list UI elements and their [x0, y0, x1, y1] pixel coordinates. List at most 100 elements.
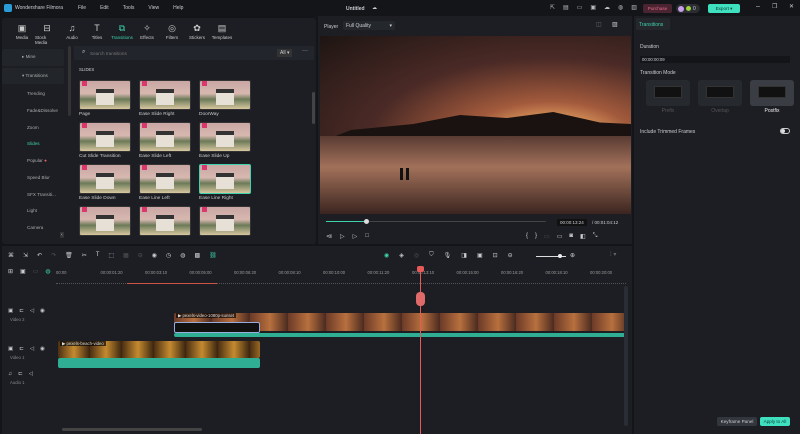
- purchase-button[interactable]: Purchase: [643, 4, 672, 13]
- menu-edit[interactable]: Edit: [100, 5, 109, 11]
- tab-stock-media[interactable]: ⊟ Stock Media: [35, 23, 59, 45]
- speed-icon[interactable]: ◷: [166, 252, 171, 259]
- more-icon[interactable]: ···: [302, 48, 308, 54]
- crop-icon[interactable]: ⬚: [108, 252, 114, 259]
- transition-thumbnail[interactable]: [139, 164, 191, 194]
- maximize-icon[interactable]: ❐: [772, 3, 777, 10]
- stabilize-icon[interactable]: ▩: [195, 252, 201, 259]
- notes-icon[interactable]: ▤: [563, 4, 569, 11]
- voice-icon[interactable]: ◨: [461, 252, 467, 259]
- category-transitions[interactable]: ▾ Transitions: [2, 67, 64, 85]
- transition-thumbnail[interactable]: [199, 206, 251, 236]
- record-icon[interactable]: ◎: [414, 252, 419, 259]
- delete-icon[interactable]: 🗑: [65, 252, 73, 259]
- playback-slider[interactable]: [326, 219, 546, 224]
- category-scrollbar[interactable]: [68, 46, 71, 116]
- category-mine[interactable]: ▸ Mine: [2, 49, 64, 66]
- zoom-in-icon[interactable]: ⊕: [570, 252, 575, 259]
- category-item[interactable]: Trending: [2, 86, 64, 103]
- bulb-icon[interactable]: ◍: [618, 4, 623, 11]
- add-track-icon[interactable]: ⊞: [8, 268, 13, 275]
- mic-icon[interactable]: 🎙: [444, 252, 452, 259]
- layout-icon[interactable]: ⌘: [8, 252, 14, 259]
- transition-thumbnail[interactable]: [199, 164, 251, 194]
- category-item[interactable]: Fade&Dissolve: [2, 103, 64, 120]
- display-icon[interactable]: ▭: [577, 4, 583, 11]
- category-item[interactable]: Popular ●: [2, 153, 64, 170]
- compare-icon[interactable]: ◫: [596, 21, 602, 28]
- track-manager-icon[interactable]: ▣: [20, 268, 26, 275]
- transition-thumbnail[interactable]: [79, 122, 131, 152]
- cloud-upload-icon[interactable]: ☁: [604, 4, 610, 11]
- camera-icon[interactable]: ◙: [569, 233, 573, 240]
- tab-stickers[interactable]: ✿ Stickers: [185, 23, 209, 45]
- marker-icon[interactable]: ▭: [544, 233, 550, 240]
- transition-thumbnail[interactable]: [139, 80, 191, 110]
- transition-thumbnail[interactable]: [199, 122, 251, 152]
- next-frame-icon[interactable]: ▷: [340, 233, 345, 240]
- filter-dropdown[interactable]: All ▾: [277, 49, 293, 57]
- cut-icon[interactable]: ✂: [82, 252, 87, 259]
- transition-thumbnail[interactable]: [139, 122, 191, 152]
- category-item[interactable]: SFX Transiti...: [2, 187, 64, 204]
- cloud-icon[interactable]: ☁: [372, 5, 377, 11]
- snap-icon[interactable]: ▭: [33, 268, 39, 275]
- tab-transitions[interactable]: Transitions: [636, 18, 670, 30]
- prev-frame-icon[interactable]: ⧏: [326, 233, 332, 240]
- speaker-icon[interactable]: ◁: [29, 371, 33, 377]
- speaker-icon[interactable]: ◁: [30, 308, 34, 314]
- menu-help[interactable]: Help: [173, 5, 183, 11]
- split-icon[interactable]: ▦: [123, 252, 129, 259]
- mode-prefix[interactable]: [646, 80, 690, 106]
- folder-icon[interactable]: ⊏: [19, 308, 24, 314]
- timeline-hscrollbar[interactable]: [62, 428, 202, 431]
- menu-view[interactable]: View: [148, 5, 159, 11]
- playback-handle[interactable]: [363, 219, 369, 224]
- zoom-slider[interactable]: [536, 254, 566, 258]
- collapse-icon[interactable]: ‹: [60, 232, 64, 238]
- redo-icon[interactable]: ↷: [51, 252, 56, 259]
- playhead[interactable]: [416, 266, 425, 434]
- eye-icon[interactable]: ◉: [40, 308, 45, 314]
- stop-icon[interactable]: □: [365, 233, 369, 240]
- transition-thumbnail[interactable]: [79, 164, 131, 194]
- transition-thumbnail[interactable]: [139, 206, 191, 236]
- duration-input[interactable]: 00:00:00:09: [640, 56, 790, 63]
- render-icon[interactable]: ◈: [399, 252, 404, 259]
- share-icon[interactable]: ⇱: [550, 4, 555, 11]
- grid-icon[interactable]: ⁞ ▾: [610, 251, 616, 258]
- tab-audio[interactable]: ♫ Audio: [60, 23, 84, 45]
- category-item[interactable]: Zoom: [2, 120, 64, 137]
- grid-scrollbar[interactable]: [312, 92, 315, 124]
- tab-media[interactable]: ▣ Media: [10, 23, 34, 45]
- eye-icon[interactable]: ◉: [40, 346, 45, 352]
- tab-titles[interactable]: T Titles: [85, 23, 109, 45]
- speaker-icon[interactable]: ◁: [30, 346, 34, 352]
- lock-icon[interactable]: ⊖: [138, 252, 143, 259]
- export-button[interactable]: Export ▾: [708, 4, 740, 13]
- menu-file[interactable]: File: [78, 5, 86, 11]
- magnet-icon[interactable]: ◍: [45, 268, 50, 275]
- zoom-out-icon[interactable]: ⊖: [508, 252, 513, 259]
- monitor-icon[interactable]: ▭: [557, 233, 563, 240]
- include-trimmed-toggle[interactable]: [780, 128, 790, 134]
- shield-icon[interactable]: ⛉: [429, 252, 434, 259]
- transition-thumbnail[interactable]: [199, 80, 251, 110]
- audio-mask-icon[interactable]: ◍: [180, 252, 185, 259]
- folder-icon[interactable]: ⊏: [18, 371, 23, 377]
- tab-filters[interactable]: ◎ Filters: [160, 23, 184, 45]
- link-icon[interactable]: ⛓: [209, 252, 217, 259]
- gift-icon[interactable]: ▥: [631, 4, 637, 11]
- category-item[interactable]: Light: [2, 203, 64, 220]
- fit-icon[interactable]: ⊡: [493, 252, 498, 259]
- select-icon[interactable]: ⇲: [23, 252, 28, 259]
- close-icon[interactable]: ✕: [789, 3, 794, 10]
- mode-overlap[interactable]: [698, 80, 742, 106]
- tab-transitions[interactable]: ⧉ Transitions: [110, 23, 134, 45]
- category-item[interactable]: Speed Blur: [2, 170, 64, 187]
- search-input[interactable]: [90, 48, 240, 58]
- snapshot-icon[interactable]: ▨: [612, 21, 618, 28]
- clip-video1[interactable]: ▶ pexels-beach-video: [58, 341, 260, 358]
- keyframe-panel-button[interactable]: Keyframe Panel: [717, 417, 757, 426]
- quality-dropdown[interactable]: Full Quality ▾: [343, 21, 395, 30]
